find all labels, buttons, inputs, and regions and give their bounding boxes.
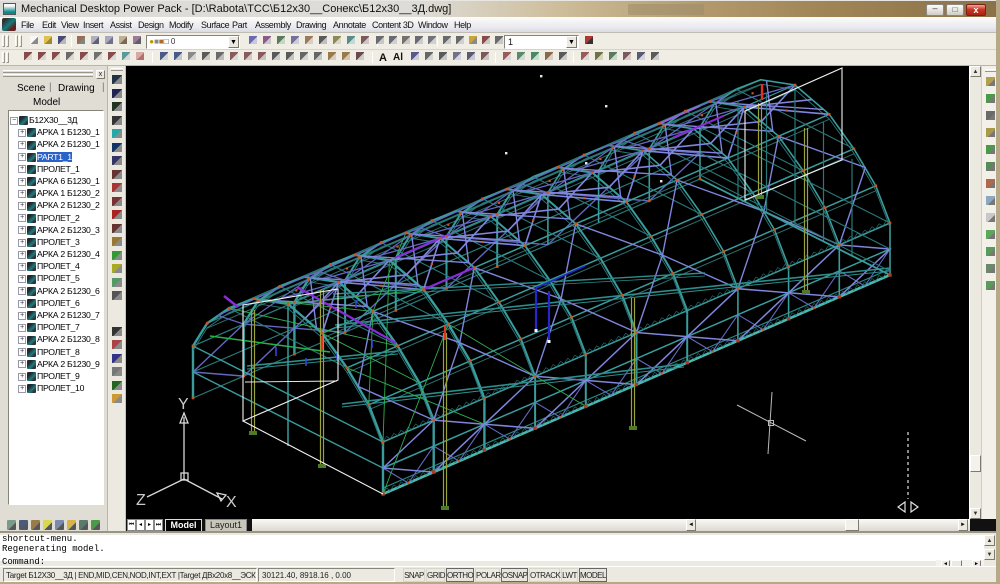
svg-text:X: X — [226, 494, 237, 511]
svg-text:Y: Y — [178, 396, 189, 413]
svg-text:Z: Z — [136, 492, 146, 509]
